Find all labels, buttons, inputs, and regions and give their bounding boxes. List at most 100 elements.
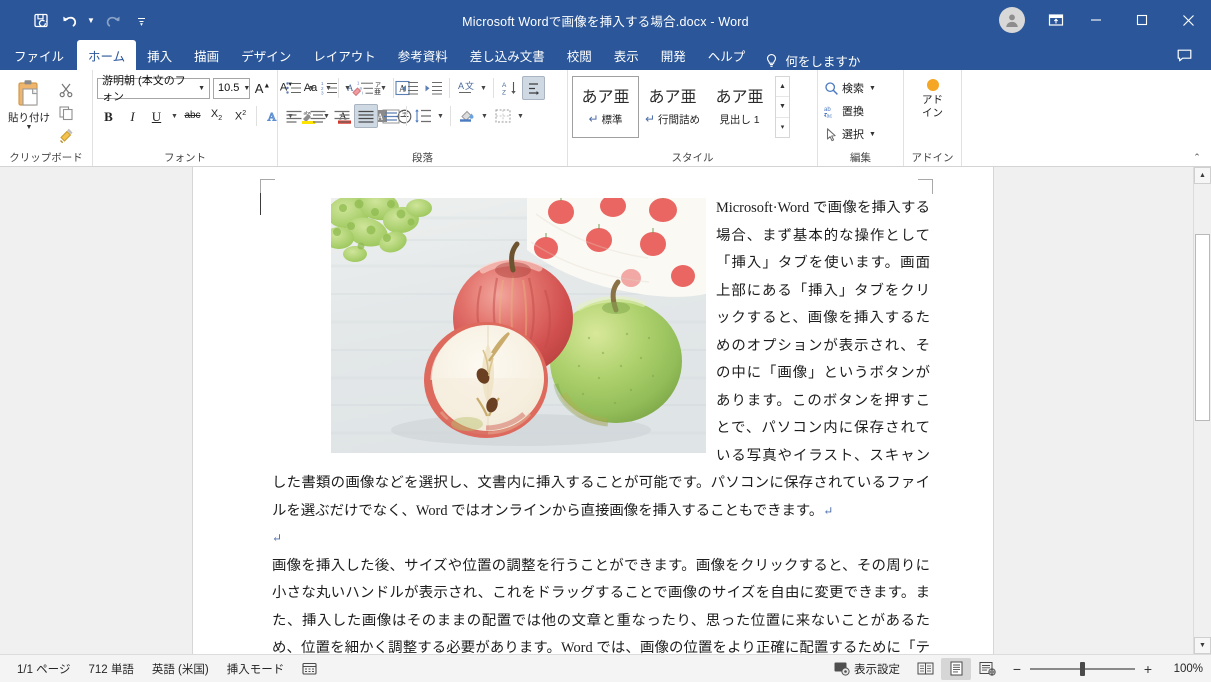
tab-insert[interactable]: 挿入 — [136, 40, 183, 70]
tab-help[interactable]: ヘルプ — [697, 40, 757, 70]
cut-icon[interactable] — [54, 79, 78, 101]
customize-qat-icon[interactable] — [128, 7, 154, 33]
numbering-dropdown-icon[interactable]: ▼ — [342, 76, 353, 100]
distribute-icon[interactable] — [379, 104, 402, 128]
shading-icon[interactable] — [455, 104, 478, 128]
font-name-dropdown-icon[interactable]: ▼ — [194, 85, 209, 92]
underline-dropdown-icon[interactable]: ▼ — [169, 104, 180, 128]
style-item-no-spacing[interactable]: あア亜 ↵ 行間詰め — [639, 76, 706, 138]
display-settings-button[interactable]: 表示設定 — [825, 658, 909, 680]
font-size-input[interactable]: 10.5 ▼ — [213, 77, 250, 99]
tab-view[interactable]: 表示 — [603, 40, 650, 70]
zoom-slider-thumb[interactable] — [1080, 661, 1085, 676]
minimize-button[interactable] — [1073, 0, 1119, 40]
format-painter-icon[interactable] — [54, 125, 78, 147]
tab-mailings[interactable]: 差し込み文書 — [459, 40, 556, 70]
underline-icon[interactable]: U — [145, 104, 168, 128]
undo-dropdown-icon[interactable]: ▼ — [84, 7, 98, 33]
undo-icon[interactable] — [56, 7, 82, 33]
tell-me-box[interactable]: 何をしますか — [756, 51, 860, 70]
scroll-track[interactable] — [1194, 184, 1211, 637]
multilevel-list-icon[interactable]: 1ai — [354, 76, 377, 100]
scroll-down-icon[interactable]: ▼ — [1194, 637, 1211, 654]
shading-dropdown-icon[interactable]: ▼ — [479, 104, 490, 128]
multilevel-list-dropdown-icon[interactable]: ▼ — [378, 76, 389, 100]
line-spacing-icon[interactable] — [411, 104, 434, 128]
proofing-status-icon[interactable] — [293, 658, 326, 680]
scroll-up-icon[interactable]: ▲ — [1194, 167, 1211, 184]
decrease-indent-icon[interactable] — [398, 76, 421, 100]
save-icon[interactable] — [28, 7, 54, 33]
page-indicator[interactable]: 1/1 ページ — [8, 658, 79, 680]
find-dropdown-icon[interactable]: ▼ — [869, 85, 876, 92]
select-dropdown-icon[interactable]: ▼ — [869, 131, 876, 138]
zoom-slider[interactable] — [1030, 661, 1135, 676]
read-mode-view[interactable] — [910, 658, 940, 680]
styles-scroll-down-icon[interactable]: ▼ — [776, 97, 789, 118]
web-layout-view[interactable] — [972, 658, 1002, 680]
replace-button[interactable]: ab ac 置換 — [822, 100, 878, 122]
maximize-button[interactable] — [1119, 0, 1165, 40]
superscript-icon[interactable]: X2 — [229, 104, 252, 128]
styles-more-icon[interactable]: ▾ — [776, 118, 789, 137]
addin-button[interactable]: アド イン — [909, 75, 957, 120]
styles-scroll-up-icon[interactable]: ▲ — [776, 77, 789, 98]
show-formatting-marks-icon[interactable] — [522, 76, 545, 100]
bullets-icon[interactable] — [282, 76, 305, 100]
word-count[interactable]: 712 単語 — [79, 658, 142, 680]
tab-file[interactable]: ファイル — [0, 40, 77, 70]
bullets-dropdown-icon[interactable]: ▼ — [306, 76, 317, 100]
tab-review[interactable]: 校閲 — [556, 40, 603, 70]
font-name-input[interactable]: 游明朝 (本文のフォン ▼ — [97, 75, 210, 103]
italic-icon[interactable]: I — [121, 104, 144, 128]
zoom-level[interactable]: 100% — [1163, 663, 1203, 675]
close-button[interactable] — [1165, 0, 1211, 40]
tab-design[interactable]: デザイン — [230, 40, 302, 70]
language-indicator[interactable]: 英語 (米国) — [143, 658, 218, 680]
borders-icon[interactable] — [491, 104, 514, 128]
line-spacing-dropdown-icon[interactable]: ▼ — [435, 104, 446, 128]
select-button[interactable]: 選択 ▼ — [822, 123, 878, 145]
find-button[interactable]: 検索 ▼ — [822, 77, 878, 99]
borders-dropdown-icon[interactable]: ▼ — [515, 104, 526, 128]
vertical-scrollbar[interactable]: ▲ ▼ — [1193, 167, 1211, 654]
style-item-heading1[interactable]: あア亜 見出し 1 — [706, 76, 773, 138]
zoom-in-button[interactable]: + — [1142, 662, 1154, 676]
copy-icon[interactable] — [54, 102, 78, 124]
bold-icon[interactable]: B — [97, 104, 120, 128]
tab-home[interactable]: ホーム — [77, 40, 137, 70]
justify-icon[interactable] — [354, 104, 378, 128]
zoom-control[interactable]: − + — [1003, 661, 1162, 676]
numbering-icon[interactable]: 123 — [318, 76, 341, 100]
tab-references[interactable]: 参考資料 — [387, 40, 459, 70]
zoom-out-button[interactable]: − — [1011, 662, 1023, 676]
document-text[interactable]: Microsoft·Word で画像を挿入する場合、まず基本的な操作として「挿入… — [272, 195, 930, 654]
apples-photo[interactable] — [331, 198, 706, 453]
tab-developer[interactable]: 開発 — [650, 40, 697, 70]
comments-icon[interactable] — [1167, 40, 1201, 70]
print-layout-view[interactable] — [941, 657, 971, 680]
ribbon-display-options-icon[interactable] — [1039, 5, 1073, 35]
align-left-icon[interactable] — [282, 104, 305, 128]
scroll-thumb[interactable] — [1195, 234, 1210, 421]
grow-font-icon[interactable]: A▲ — [251, 76, 274, 100]
tab-layout[interactable]: レイアウト — [302, 40, 387, 70]
collapse-ribbon-icon[interactable]: ⌃ — [1189, 150, 1205, 164]
align-right-icon[interactable] — [330, 104, 353, 128]
increase-indent-icon[interactable] — [422, 76, 445, 100]
style-item-normal[interactable]: あア亜 ↵ 標準 — [572, 76, 639, 138]
document-page[interactable]: Microsoft·Word で画像を挿入する場合、まず基本的な操作として「挿入… — [193, 167, 993, 654]
sort-dropdown-icon[interactable]: ▼ — [478, 76, 489, 100]
sort-icon[interactable]: A文 — [454, 76, 477, 100]
align-center-icon[interactable] — [306, 104, 329, 128]
tab-draw[interactable]: 描画 — [183, 40, 230, 70]
subscript-icon[interactable]: X2 — [205, 104, 228, 128]
redo-icon[interactable] — [100, 7, 126, 33]
paste-dropdown-icon[interactable]: ▼ — [26, 124, 33, 132]
styles-scroll[interactable]: ▲ ▼ ▾ — [775, 76, 790, 138]
avatar[interactable] — [999, 7, 1025, 33]
strikethrough-icon[interactable]: abc — [181, 104, 204, 128]
paste-button[interactable]: 貼り付け ▼ — [4, 77, 54, 147]
insert-mode-indicator[interactable]: 挿入モード — [218, 658, 294, 680]
sort-az-icon[interactable]: AZ — [498, 76, 521, 100]
